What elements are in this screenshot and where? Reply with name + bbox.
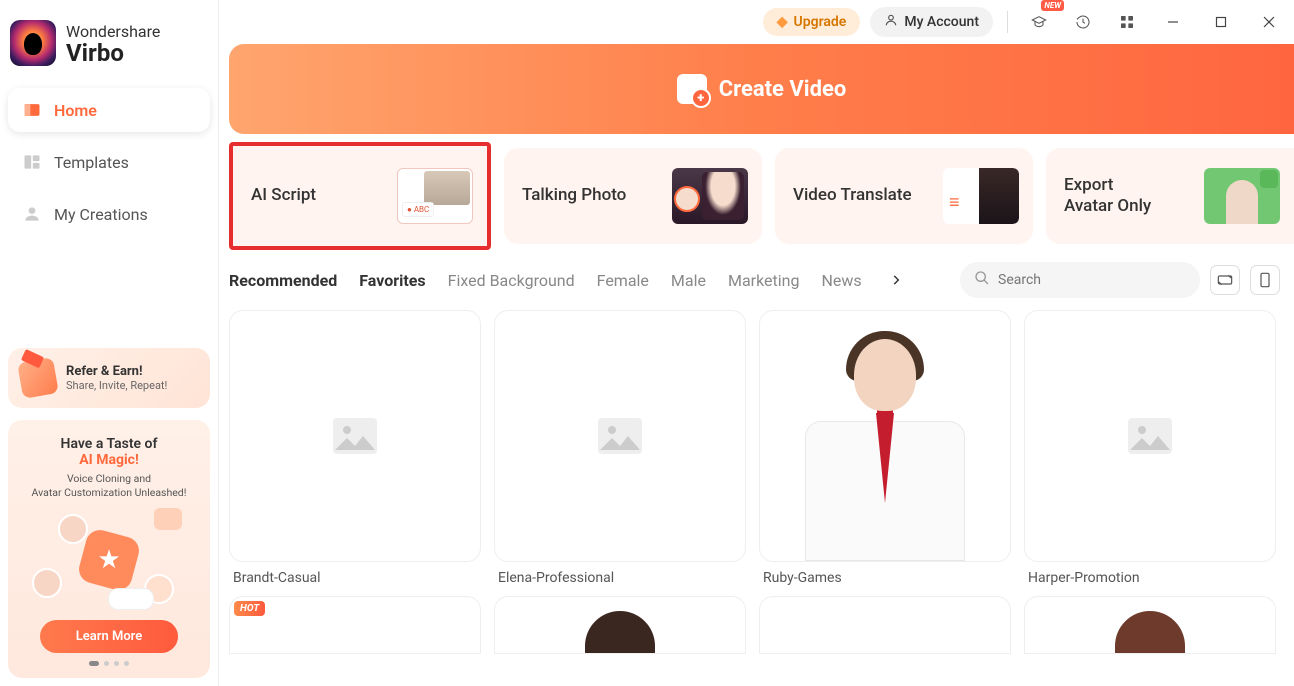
avatar-thumbnail: [494, 310, 746, 562]
window-maximize-button[interactable]: [1202, 7, 1240, 37]
learn-more-button[interactable]: Learn More: [40, 620, 178, 653]
sidebar-item-my-creations[interactable]: My Creations: [8, 192, 210, 236]
promo-refer-subtitle: Share, Invite, Repeat!: [66, 379, 167, 392]
promo-illustration: [20, 510, 198, 610]
avatar-card-partial[interactable]: [494, 596, 746, 654]
templates-icon: [22, 152, 42, 172]
avatar-card-elena[interactable]: Elena-Professional: [494, 310, 746, 586]
feature-talking-photo[interactable]: Talking Photo: [504, 148, 762, 244]
sidebar-item-label: Templates: [54, 153, 129, 172]
upgrade-button[interactable]: ◆ Upgrade: [763, 8, 861, 36]
avatar-card-harper[interactable]: Harper-Promotion: [1024, 310, 1276, 586]
ai-script-thumbnail: [397, 168, 473, 224]
category-news[interactable]: News: [821, 271, 861, 290]
category-row: Recommended Favorites Fixed Background F…: [229, 262, 1294, 298]
hot-badge: HOT: [234, 601, 265, 616]
search-icon: [974, 270, 990, 290]
video-translate-thumbnail: [943, 168, 1019, 224]
app-logo: Wondershare Virbo: [8, 8, 210, 84]
create-video-button[interactable]: Create Video: [229, 44, 1294, 134]
avatar-card-ruby[interactable]: Ruby-Games: [759, 310, 1011, 586]
talking-photo-thumbnail: [672, 168, 748, 224]
avatar-card-partial[interactable]: HOT: [229, 596, 481, 654]
user-icon: [884, 13, 898, 31]
avatar-card-partial[interactable]: [1024, 596, 1276, 654]
titlebar: ◆ Upgrade My Account NEW: [219, 0, 1294, 44]
sidebar: Wondershare Virbo Home Templates My Crea…: [0, 0, 219, 686]
home-icon: [22, 100, 42, 120]
window-minimize-button[interactable]: [1154, 7, 1192, 37]
search-input[interactable]: [998, 272, 1186, 288]
avatar-thumbnail: [759, 310, 1011, 562]
brand-product: Virbo: [66, 41, 160, 65]
sidebar-item-label: My Creations: [54, 205, 148, 224]
academy-icon[interactable]: NEW: [1022, 7, 1056, 37]
my-creations-icon: [22, 204, 42, 224]
gift-icon: [17, 357, 59, 399]
history-icon[interactable]: [1066, 7, 1100, 37]
category-next-icon[interactable]: [884, 268, 908, 292]
aspect-landscape-button[interactable]: [1210, 265, 1240, 295]
category-marketing[interactable]: Marketing: [728, 271, 799, 290]
category-fixed-background[interactable]: Fixed Background: [448, 271, 575, 290]
apps-grid-icon[interactable]: [1110, 7, 1144, 37]
category-female[interactable]: Female: [597, 271, 649, 290]
promo-line2: AI Magic!: [20, 452, 198, 468]
avatar-grid-row2: HOT: [229, 596, 1294, 654]
promo-ai-magic: Have a Taste of AI Magic! Voice Cloning …: [8, 420, 210, 678]
aspect-portrait-button[interactable]: [1250, 265, 1280, 295]
new-badge: NEW: [1041, 0, 1064, 11]
feature-row: AI Script Talking Photo Video Translate …: [229, 148, 1294, 244]
avatar-card-partial[interactable]: [759, 596, 1011, 654]
export-avatar-thumbnail: [1204, 168, 1280, 224]
brand-company: Wondershare: [66, 22, 160, 41]
category-favorites[interactable]: Favorites: [359, 271, 425, 290]
search-box[interactable]: [960, 262, 1200, 298]
promo-pagination-dots[interactable]: [20, 661, 198, 666]
promo-line3: Voice Cloning and Avatar Customization U…: [20, 472, 198, 500]
promo-line1: Have a Taste of: [20, 436, 198, 452]
my-account-button[interactable]: My Account: [870, 7, 993, 37]
feature-ai-script[interactable]: AI Script: [229, 142, 491, 250]
main-area: ◆ Upgrade My Account NEW: [219, 0, 1294, 686]
sidebar-item-home[interactable]: Home: [8, 88, 210, 132]
category-recommended[interactable]: Recommended: [229, 271, 337, 290]
sidebar-item-templates[interactable]: Templates: [8, 140, 210, 184]
promo-refer-earn[interactable]: Refer & Earn! Share, Invite, Repeat!: [8, 348, 210, 408]
sidebar-nav: Home Templates My Creations: [8, 88, 210, 236]
feature-video-translate[interactable]: Video Translate: [775, 148, 1033, 244]
create-video-icon: [677, 74, 707, 104]
window-close-button[interactable]: [1250, 7, 1288, 37]
avatar-thumbnail: [1024, 310, 1276, 562]
category-male[interactable]: Male: [671, 271, 706, 290]
avatar-card-brandt[interactable]: Brandt-Casual: [229, 310, 481, 586]
feature-export-avatar[interactable]: Export Avatar Only: [1046, 148, 1294, 244]
content: Create Video AI Script Talking Photo Vid…: [219, 44, 1294, 686]
diamond-icon: ◆: [777, 14, 788, 30]
avatar-grid: Brandt-Casual Elena-Professional Ruby-Ga…: [229, 310, 1294, 586]
avatar-thumbnail: [229, 310, 481, 562]
logo-icon: [10, 20, 56, 66]
promo-refer-title: Refer & Earn!: [66, 364, 167, 379]
sidebar-item-label: Home: [54, 101, 97, 120]
